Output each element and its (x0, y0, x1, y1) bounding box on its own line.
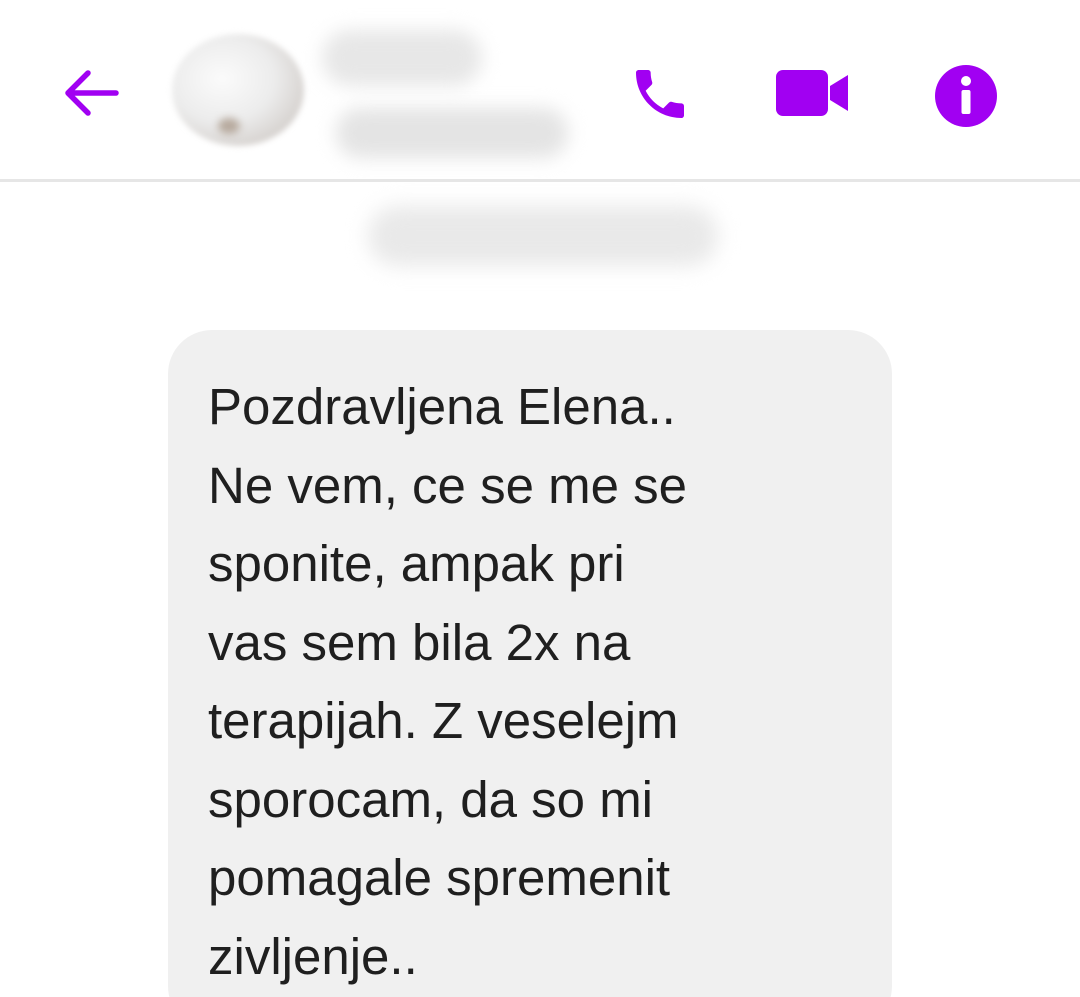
info-icon (935, 65, 997, 127)
back-button[interactable] (48, 58, 132, 128)
messenger-conversation-screen: Pozdravljena Elena.. Ne vem, ce se me se… (0, 0, 1080, 997)
avatar-blur-detail (218, 118, 240, 134)
call-button[interactable] (622, 56, 698, 132)
header-divider (0, 179, 1080, 182)
arrow-left-icon (65, 70, 119, 116)
message-timestamp (368, 206, 718, 266)
message-text: Pozdravljena Elena.. Ne vem, ce se me se… (208, 378, 687, 985)
info-button[interactable] (926, 56, 1006, 136)
video-call-button[interactable] (770, 58, 856, 128)
conversation-header (0, 0, 1080, 180)
contact-name[interactable] (322, 30, 482, 86)
phone-icon (636, 70, 684, 118)
video-camera-icon (776, 70, 848, 116)
incoming-message-bubble[interactable]: Pozdravljena Elena.. Ne vem, ce se me se… (168, 330, 892, 997)
contact-status (336, 108, 568, 158)
